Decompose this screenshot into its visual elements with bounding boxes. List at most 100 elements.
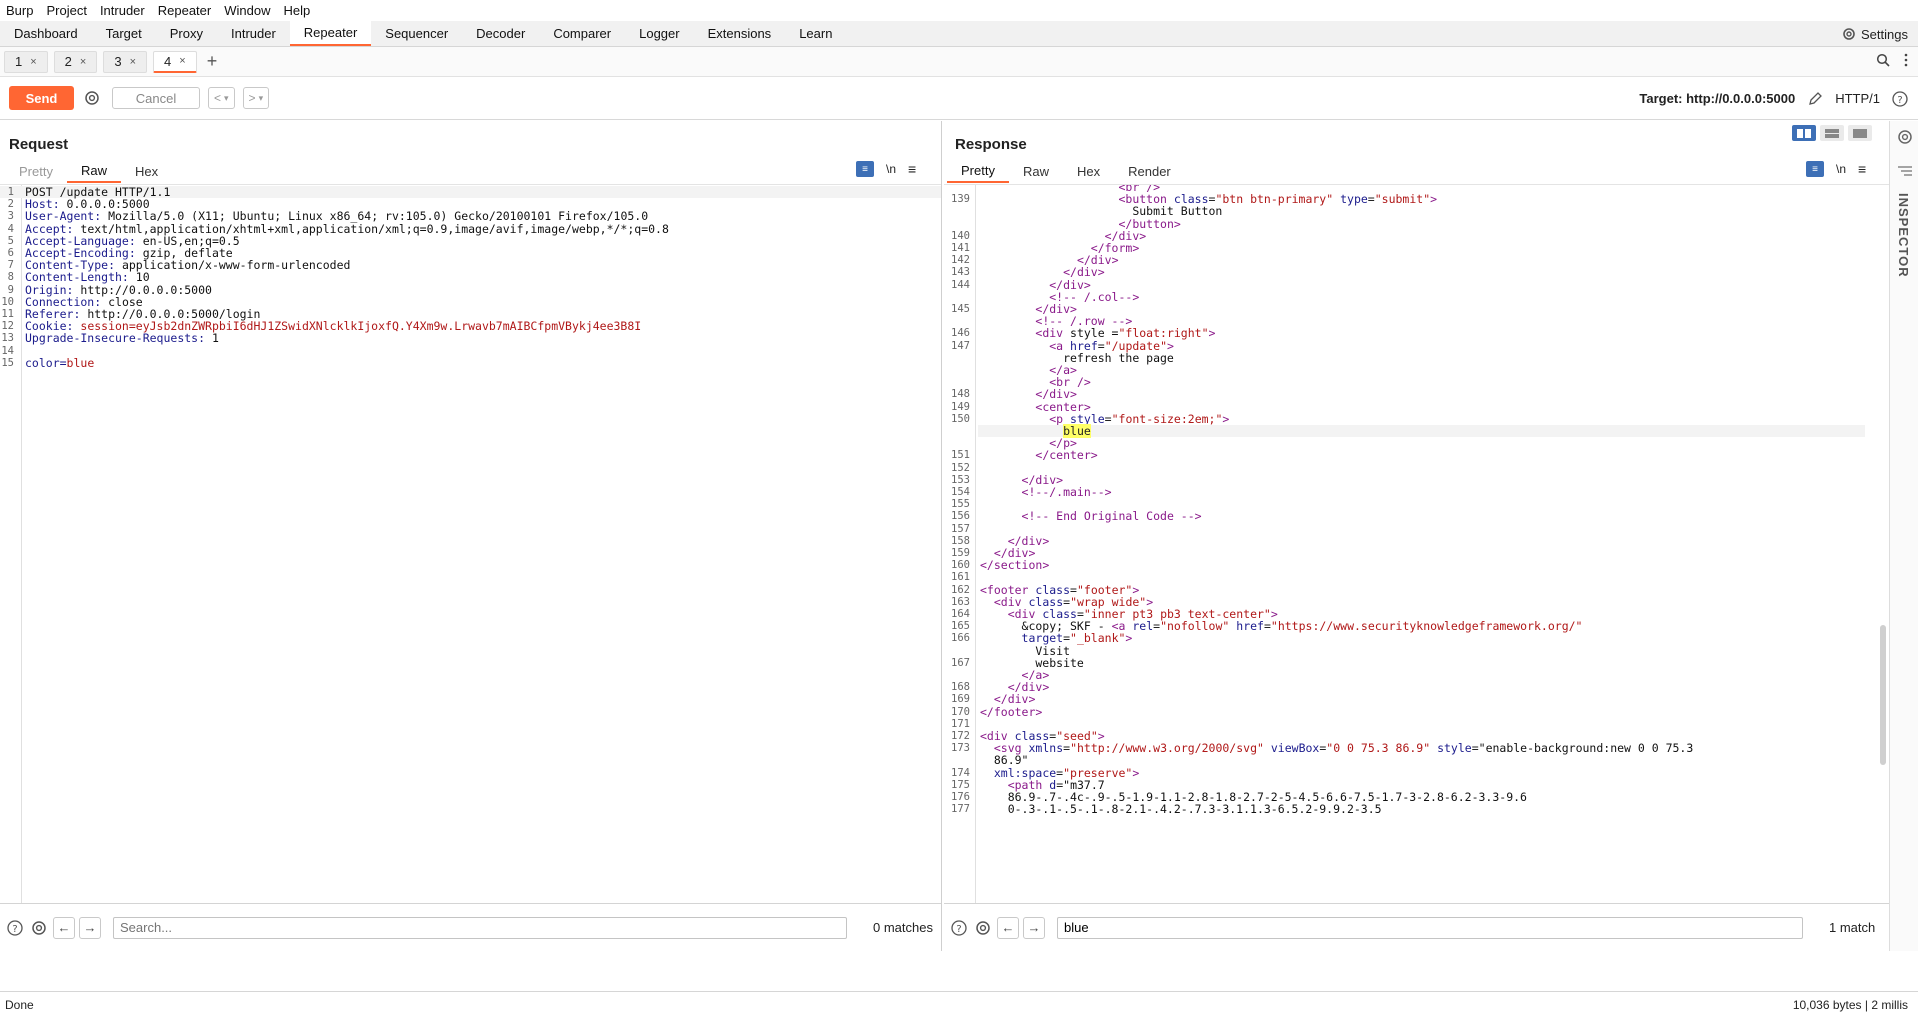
menu-window[interactable]: Window [224, 3, 270, 18]
protocol-label[interactable]: HTTP/1 [1835, 91, 1880, 106]
menu-burp[interactable]: Burp [6, 3, 33, 18]
pencil-icon[interactable] [1807, 91, 1823, 107]
line-number: 145 [951, 303, 970, 315]
search-icon[interactable] [1876, 53, 1890, 67]
response-tab-pretty[interactable]: Pretty [947, 159, 1009, 183]
menu-intruder[interactable]: Intruder [100, 3, 145, 18]
split-horizontal-icon[interactable] [1792, 125, 1816, 141]
response-line-text: target="_blank"> [1021, 631, 1133, 646]
tab-logger[interactable]: Logger [625, 21, 693, 46]
hamburger-menu-icon[interactable]: ≡ [1858, 161, 1866, 177]
response-line: 173 <svg xmlns="http://www.w3.org/2000/s… [951, 742, 1865, 754]
response-line-text: &copy; SKF - <a rel="nofollow" href="htt… [980, 619, 1583, 634]
close-icon[interactable]: × [30, 56, 36, 68]
response-line-text: </a> [1021, 668, 1050, 682]
close-icon[interactable]: × [80, 56, 86, 68]
gear-icon [85, 91, 99, 105]
tab-sequencer[interactable]: Sequencer [371, 21, 462, 46]
menu-repeater[interactable]: Repeater [158, 3, 211, 18]
tab-dashboard[interactable]: Dashboard [0, 21, 92, 46]
tab-learn[interactable]: Learn [785, 21, 846, 46]
list-lines-icon[interactable] [1898, 165, 1912, 177]
request-tab-hex[interactable]: Hex [121, 159, 172, 183]
tab-repeater[interactable]: Repeater [289, 21, 372, 46]
response-line-text: <p style="font-size:2em;"> [1049, 411, 1230, 426]
add-tab-icon[interactable]: + [207, 51, 218, 72]
header-name: color= [25, 355, 67, 370]
line-number: 151 [951, 449, 970, 462]
response-title: Response [955, 136, 1027, 153]
response-line: 162 <footer class="footer"> [951, 584, 1865, 596]
line-number: 5 [7, 234, 14, 247]
tab-comparer[interactable]: Comparer [539, 21, 625, 46]
close-icon[interactable]: × [130, 56, 136, 68]
response-line-text: </div> [1049, 277, 1091, 292]
menu-help[interactable]: Help [283, 3, 310, 18]
response-line: 145 </div> [951, 303, 1865, 315]
response-editor[interactable]: <br /> 139 <button class="btn btn-primary… [944, 184, 1889, 903]
line-number: 148 [951, 388, 970, 401]
history-forward-button[interactable]: > ▾ [242, 87, 270, 109]
repeater-tab-1[interactable]: 1 × [4, 50, 48, 73]
repeater-tab-4[interactable]: 4 × [153, 50, 197, 73]
close-icon[interactable]: × [179, 55, 185, 67]
response-line: <br /> [978, 376, 1865, 388]
line-number: 11 [1, 308, 14, 320]
help-icon[interactable]: ? [949, 918, 969, 938]
send-button[interactable]: Send [9, 86, 74, 110]
tab-target[interactable]: Target [92, 21, 156, 46]
help-icon[interactable]: ? [5, 918, 25, 938]
request-tab-raw[interactable]: Raw [66, 159, 121, 183]
single-pane-icon[interactable] [1848, 125, 1872, 141]
repeater-tab-2[interactable]: 2 × [53, 50, 98, 73]
previous-match-button[interactable]: ← [997, 916, 1019, 939]
wrap-lines-icon[interactable]: ≡ [1806, 161, 1824, 177]
line-number: 13 [1, 332, 14, 345]
request-tab-pretty[interactable]: Pretty [5, 159, 67, 183]
gear-icon[interactable] [29, 918, 49, 938]
line-number: 162 [951, 583, 970, 596]
request-line: 9 Origin: http://0.0.0.0:5000 [0, 284, 941, 296]
newline-toggle[interactable]: \n [1836, 162, 1846, 176]
next-match-button[interactable]: → [1023, 916, 1045, 939]
request-editor[interactable]: 1 POST /update HTTP/1.1 2 Host: 0.0.0.0:500… [0, 184, 941, 903]
tab-extensions[interactable]: Extensions [694, 21, 786, 46]
response-line: </p> [978, 437, 1865, 449]
request-match-count: 0 matches [873, 920, 933, 935]
response-tab-raw[interactable]: Raw [1009, 159, 1063, 183]
history-back-button[interactable]: < ▾ [208, 87, 235, 109]
cancel-button[interactable]: Cancel [112, 87, 200, 109]
hamburger-menu-icon[interactable]: ≡ [908, 161, 916, 177]
request-search-input[interactable] [113, 916, 847, 939]
wrap-lines-icon[interactable]: ≡ [856, 161, 874, 177]
repeater-tab-3[interactable]: 3 × [103, 50, 148, 73]
response-line: 147 <a href="/update"> [951, 340, 1865, 352]
response-match-count: 1 match [1829, 920, 1876, 935]
inspector-tab[interactable]: INSPECTOR [1896, 193, 1911, 278]
newline-toggle[interactable]: \n [886, 162, 896, 176]
split-vertical-icon[interactable] [1820, 125, 1844, 141]
next-match-button[interactable]: → [79, 916, 101, 939]
response-line: 168 </div> [951, 681, 1865, 693]
tab-decoder[interactable]: Decoder [462, 21, 539, 46]
response-line: 154 <!--/.main--> [951, 486, 1865, 498]
gear-icon[interactable] [1897, 129, 1913, 145]
gear-icon[interactable] [973, 918, 993, 938]
tab-intruder[interactable]: Intruder [217, 21, 290, 46]
status-text: Done [5, 997, 34, 1012]
response-scrollbar[interactable] [1880, 625, 1886, 765]
send-settings-button[interactable] [80, 86, 104, 110]
menu-project[interactable]: Project [46, 3, 86, 18]
response-tab-hex[interactable]: Hex [1063, 159, 1114, 183]
settings-button[interactable]: Settings [1842, 21, 1908, 47]
help-icon[interactable]: ? [1892, 90, 1908, 107]
response-line-text: <br /> [1049, 375, 1091, 390]
repeater-tab-label: 1 [15, 54, 23, 69]
tab-proxy[interactable]: Proxy [156, 21, 217, 46]
kebab-menu-icon[interactable] [1904, 53, 1908, 67]
response-search-input[interactable] [1057, 916, 1803, 939]
line-number: 150 [951, 412, 970, 425]
response-tab-render[interactable]: Render [1114, 159, 1185, 183]
previous-match-button[interactable]: ← [53, 916, 75, 939]
line-number: 12 [1, 320, 14, 333]
